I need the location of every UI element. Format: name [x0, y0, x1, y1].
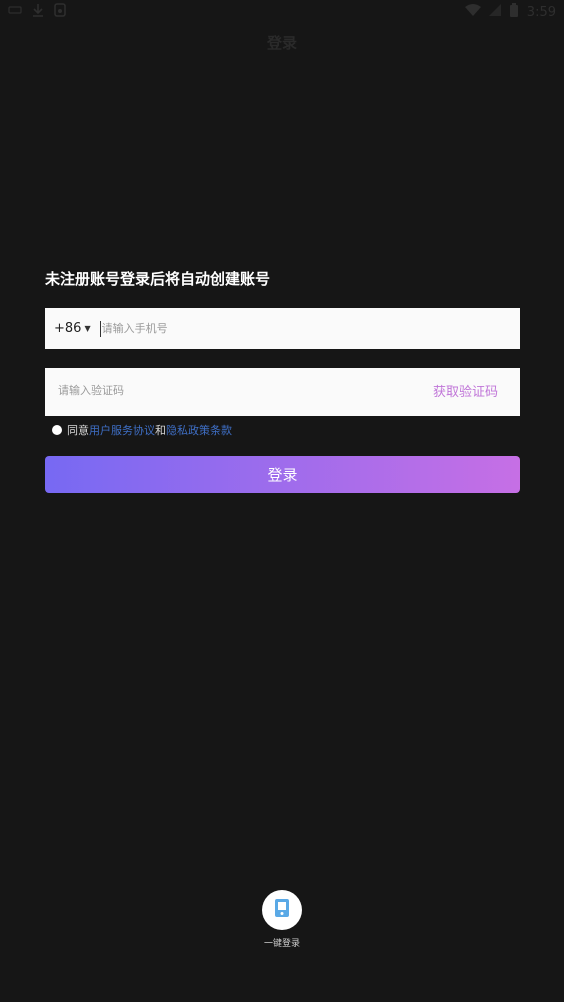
agree-conjunction: 和 — [155, 424, 166, 437]
form-heading: 未注册账号登录后将自动创建账号 — [45, 270, 271, 288]
page-title: 登录 — [266, 34, 297, 52]
status-time: 3:59 — [526, 4, 556, 20]
one-key-login-button[interactable] — [262, 890, 302, 930]
phone-field-row: +86 ▼ — [45, 308, 520, 349]
country-code-value: +86 — [54, 321, 82, 336]
get-code-button[interactable]: 获取验证码 — [433, 381, 498, 400]
download-icon — [32, 3, 44, 20]
caret-down-icon: ▼ — [84, 324, 91, 333]
country-code-selector[interactable]: +86 ▼ — [54, 321, 91, 336]
app-notification-icon — [54, 3, 66, 20]
agree-radio[interactable] — [52, 425, 62, 435]
one-key-login-label: 一键登录 — [263, 939, 300, 949]
phone-input[interactable] — [101, 322, 482, 335]
agree-prefix: 同意 — [67, 424, 89, 437]
status-bar-right: 3:59 — [464, 3, 556, 21]
verification-code-input[interactable] — [58, 384, 358, 397]
signal-icon — [488, 4, 501, 20]
battery-icon — [509, 3, 519, 21]
status-bar-left — [8, 3, 66, 20]
agreement-row: 同意 用户服务协议 和 隐私政策条款 — [52, 422, 232, 438]
login-button[interactable]: 登录 — [45, 456, 520, 493]
privacy-policy-link[interactable]: 隐私政策条款 — [166, 422, 232, 438]
status-bar: 3:59 — [0, 0, 564, 24]
notification-icon — [8, 5, 22, 18]
wifi-icon — [464, 4, 481, 20]
user-agreement-link[interactable]: 用户服务协议 — [89, 422, 155, 438]
text-cursor — [99, 320, 101, 337]
phone-icon — [274, 898, 290, 922]
code-field-row: 获取验证码 — [45, 368, 520, 416]
